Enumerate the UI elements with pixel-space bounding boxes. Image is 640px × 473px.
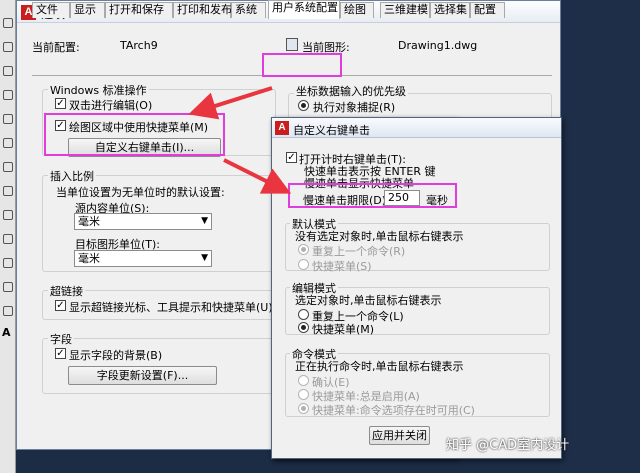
red-arrow (188, 86, 273, 120)
watermark: 知乎 @CAD室内设计 (446, 438, 570, 453)
red-arrow (223, 158, 292, 194)
tab-user-preferences[interactable]: 用户系统配置 (268, 0, 340, 19)
annotation-arrows (188, 86, 292, 194)
